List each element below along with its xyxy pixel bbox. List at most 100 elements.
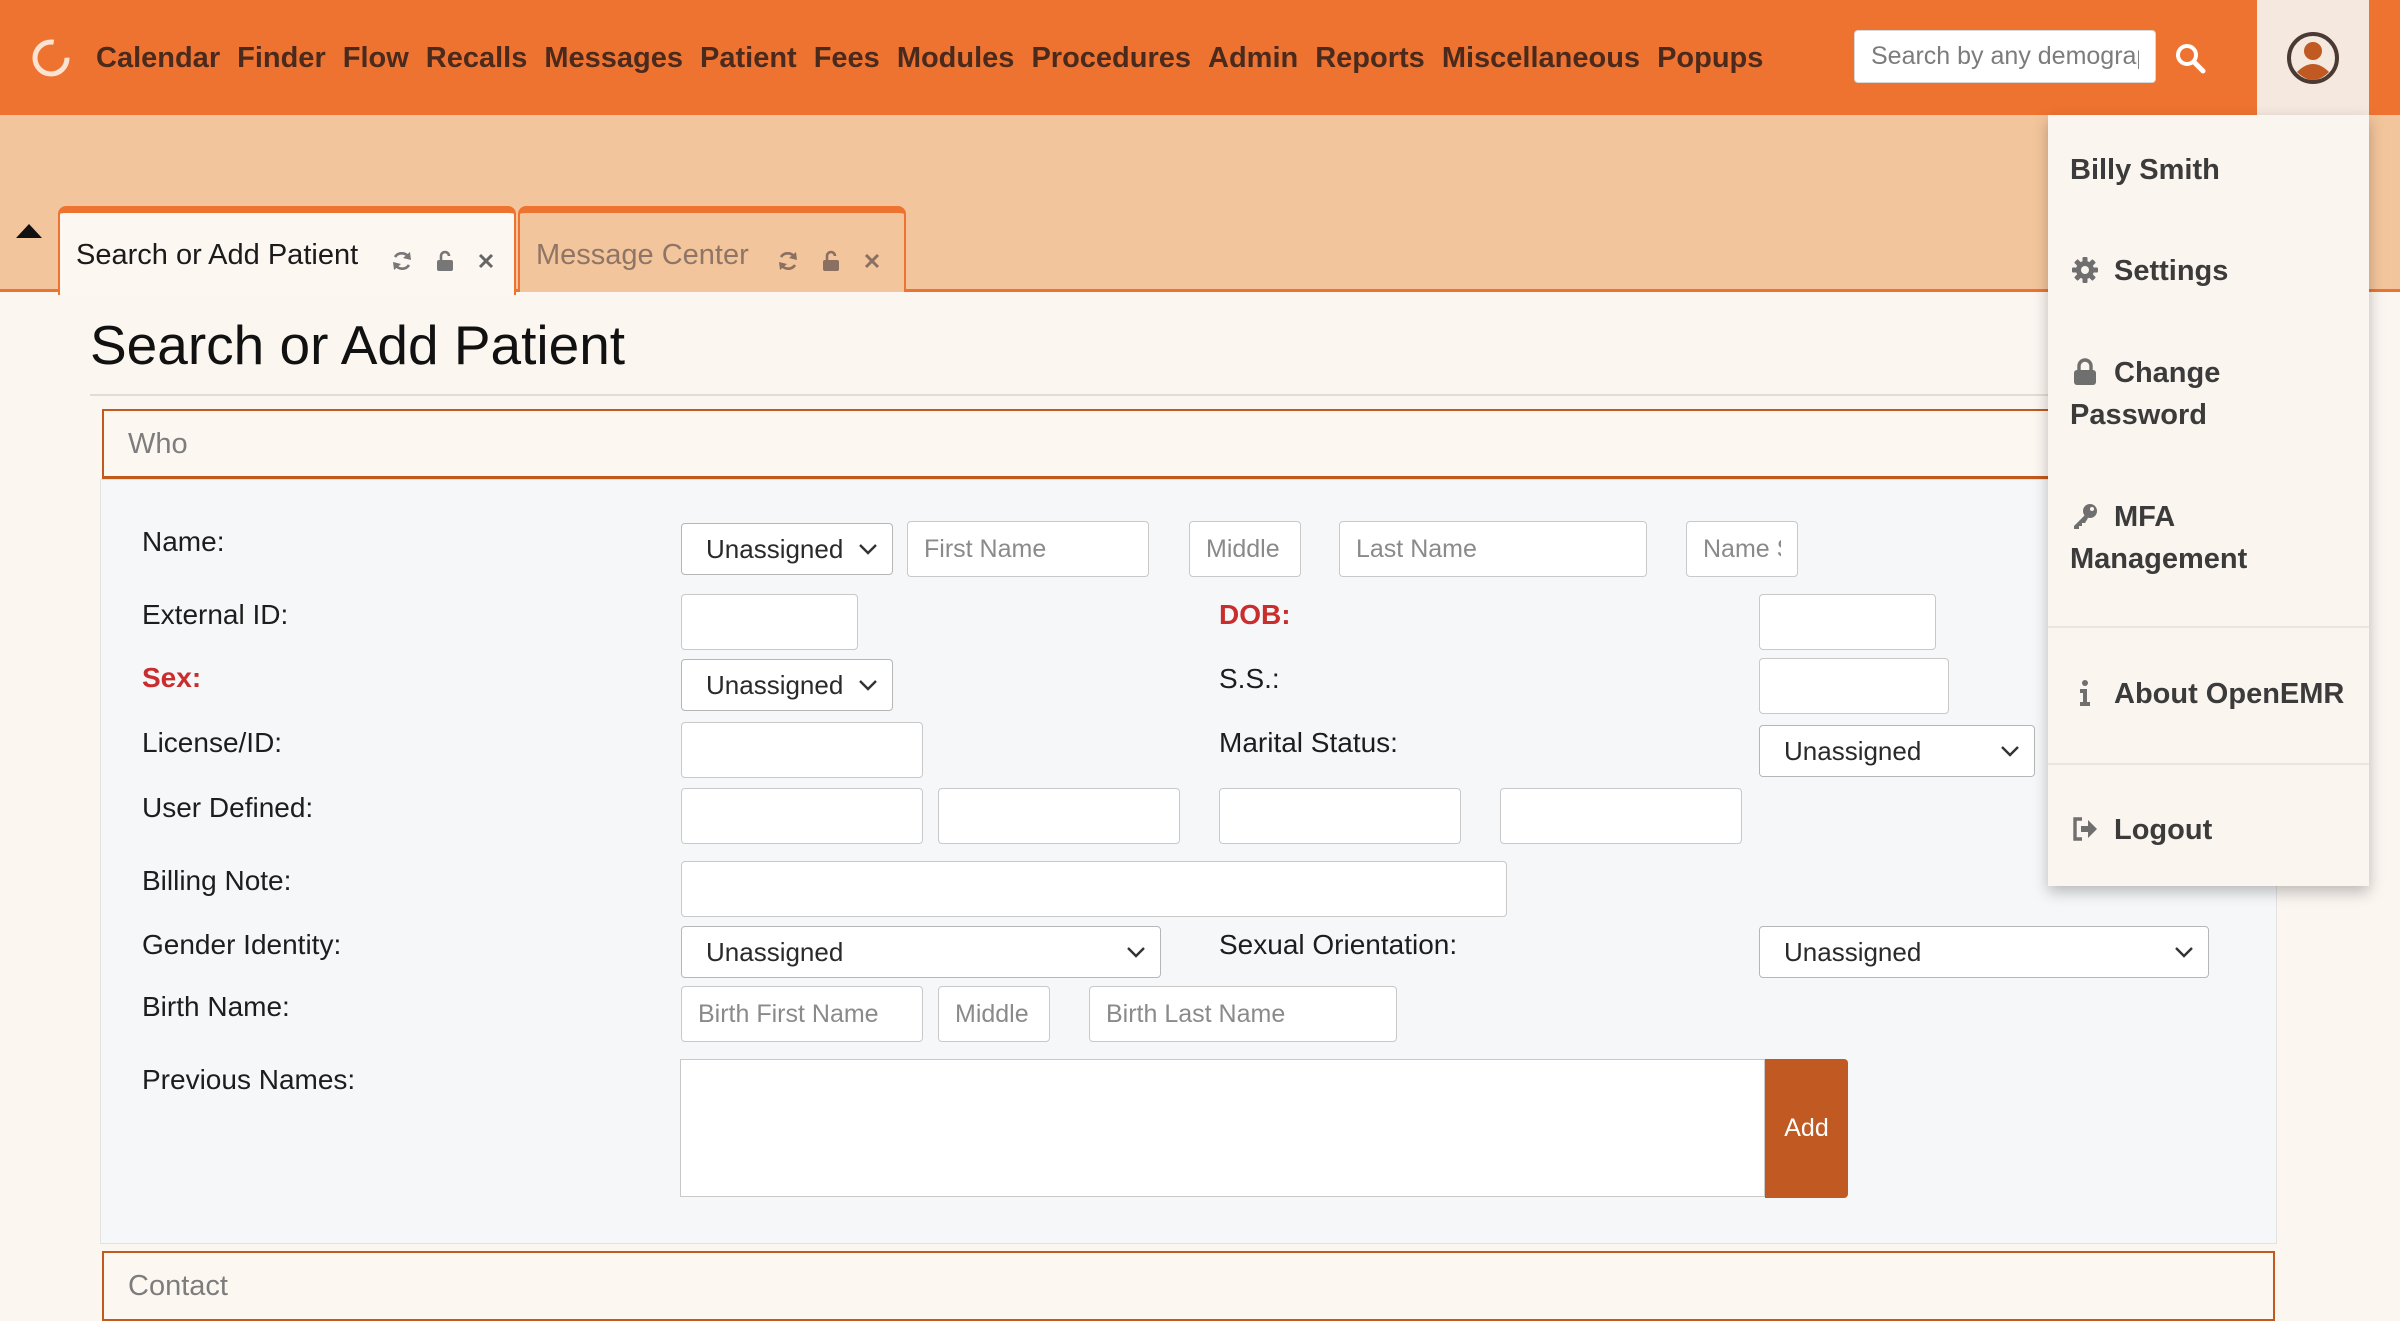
first-name-input[interactable] [907,521,1149,577]
birth-middle-name-input[interactable] [938,986,1050,1042]
name-suffix-input[interactable] [1686,521,1798,577]
menu-mfa-label-1: MFA [2114,501,2176,533]
menu-divider [2048,626,2369,628]
chevron-down-icon [2001,746,2019,757]
unlock-icon[interactable] [819,249,843,273]
patient-search-input[interactable] [1854,30,2156,83]
who-section-header[interactable]: Who [102,409,2275,479]
menu-mfa-label-2: Management [2070,543,2248,575]
menu-patient[interactable]: Patient [700,36,797,80]
key-icon [2074,504,2097,529]
page-title: Search or Add Patient [90,314,626,376]
chevron-down-icon [2175,947,2193,958]
name-label: Name: [142,526,225,557]
refresh-icon[interactable] [390,249,414,273]
menu-about-openemr[interactable]: About OpenEMR [2070,673,2344,715]
menu-fees[interactable]: Fees [814,36,880,80]
chevron-down-icon [1127,947,1145,958]
close-icon[interactable] [860,249,884,273]
info-icon [2080,680,2090,706]
marital-status-label: Marital Status: [1219,727,1398,758]
billing-note-label: Billing Note: [142,865,292,896]
menu-calendar[interactable]: Calendar [96,36,220,80]
tab-search-add-patient[interactable]: Search or Add Patient [58,206,516,295]
lock-icon [2074,358,2096,385]
previous-names-label: Previous Names: [142,1064,356,1095]
gear-icon [2072,257,2098,283]
sexual-orientation-label: Sexual Orientation: [1219,929,1458,960]
billing-note-input[interactable] [681,861,1507,917]
birth-name-label: Birth Name: [142,991,290,1022]
add-previous-name-button[interactable]: Add [1765,1059,1848,1198]
user-defined-label: User Defined: [142,792,314,823]
tab-label: Search or Add Patient [76,239,359,271]
top-navbar: Calendar Finder Flow Recalls Messages Pa… [0,0,2400,115]
user-dropdown-menu: Billy Smith Settings Change Password MFA… [2048,115,2369,886]
license-id-input[interactable] [681,722,923,778]
gender-identity-label: Gender Identity: [142,929,342,960]
ss-label: S.S.: [1219,663,1280,694]
dob-input[interactable] [1759,594,1936,650]
user-defined-1-input[interactable] [681,788,923,844]
sexual-orientation-select[interactable]: Unassigned [1759,926,2209,978]
tab-label: Message Center [536,239,749,271]
user-name: Billy Smith [2070,154,2220,186]
select-value: Unassigned [706,937,844,967]
menu-settings[interactable]: Settings [2070,250,2228,292]
chevron-down-icon [859,544,877,555]
menu-change-password[interactable]: Change Password [2070,352,2220,436]
menu-procedures[interactable]: Procedures [1031,36,1191,80]
last-name-input[interactable] [1339,521,1647,577]
user-defined-2-input[interactable] [938,788,1180,844]
title-divider [90,394,2290,396]
select-value: Unassigned [1784,736,1922,766]
menu-logout-label: Logout [2114,814,2213,846]
chevron-down-icon [859,680,877,691]
contact-section-header[interactable]: Contact [102,1251,2275,1321]
menu-popups[interactable]: Popups [1657,36,1763,80]
dob-label: DOB: [1219,599,1291,630]
menu-messages[interactable]: Messages [544,36,683,80]
gender-identity-select[interactable]: Unassigned [681,926,1161,978]
search-icon[interactable] [2172,40,2208,76]
user-defined-4-input[interactable] [1500,788,1742,844]
close-icon[interactable] [474,249,498,273]
user-defined-3-input[interactable] [1219,788,1461,844]
user-menu-button[interactable] [2257,0,2369,115]
menu-divider [2048,763,2369,765]
external-id-input[interactable] [681,594,858,650]
menu-finder[interactable]: Finder [237,36,326,80]
birth-last-name-input[interactable] [1089,986,1397,1042]
menu-settings-label: Settings [2114,255,2229,287]
menu-logout[interactable]: Logout [2070,809,2212,851]
caret-up-icon[interactable] [14,222,44,240]
middle-name-input[interactable] [1189,521,1301,577]
sex-label: Sex: [142,662,202,693]
license-id-label: License/ID: [142,727,283,758]
tab-message-center[interactable]: Message Center [518,206,906,292]
user-avatar-icon [2287,32,2339,84]
unlock-icon[interactable] [433,249,457,273]
title-select[interactable]: Unassigned [681,523,893,575]
menu-flow[interactable]: Flow [343,36,409,80]
menu-reports[interactable]: Reports [1315,36,1425,80]
refresh-icon[interactable] [776,249,800,273]
menu-recalls[interactable]: Recalls [426,36,528,80]
birth-first-name-input[interactable] [681,986,923,1042]
previous-names-textarea[interactable] [680,1059,1765,1197]
menu-about-label: About OpenEMR [2114,678,2345,710]
menu-modules[interactable]: Modules [897,36,1015,80]
menu-change-password-label-2: Password [2070,399,2207,431]
select-value: Unassigned [1784,937,1922,967]
sex-select[interactable]: Unassigned [681,659,893,711]
sign-out-icon [2073,817,2097,841]
menu-admin[interactable]: Admin [1208,36,1298,80]
ss-input[interactable] [1759,658,1949,714]
menu-change-password-label-1: Change [2114,357,2221,389]
menu-mfa-management[interactable]: MFA Management [2070,496,2247,580]
menu-miscellaneous[interactable]: Miscellaneous [1442,36,1640,80]
external-id-label: External ID: [142,599,289,630]
openemr-logo-icon[interactable] [30,37,72,79]
select-value: Unassigned [706,534,844,564]
marital-status-select[interactable]: Unassigned [1759,725,2035,777]
